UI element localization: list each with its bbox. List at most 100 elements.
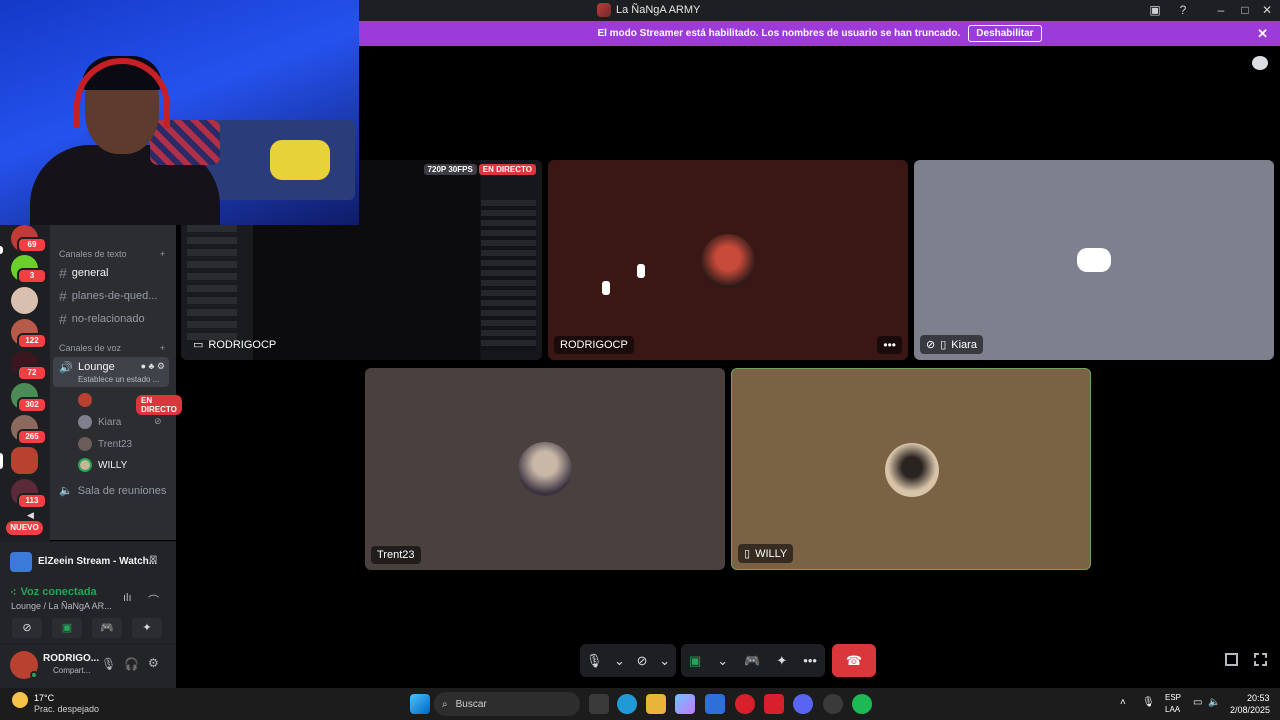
language-code[interactable]: ESP <box>1165 693 1181 702</box>
network-icon[interactable]: ▭ <box>1193 697 1202 708</box>
more-options-icon[interactable]: ••• <box>877 336 902 354</box>
video-off-icon: ⊘ <box>926 339 936 351</box>
hash-icon: # <box>59 265 67 281</box>
screen-share-button[interactable]: ▣ <box>52 618 82 638</box>
fullscreen-icon[interactable] <box>1254 653 1267 666</box>
start-icon[interactable] <box>410 694 430 714</box>
tile-name: WILLY <box>755 547 788 560</box>
weather-icon[interactable] <box>12 692 28 708</box>
chat-icon[interactable] <box>1252 56 1268 70</box>
quality-badge: 720P 30FPS <box>423 164 477 175</box>
more-icon[interactable]: ••• <box>803 653 817 668</box>
clock-time[interactable]: 20:53 <box>1247 693 1270 703</box>
discord-window: La ÑaNgA ARMY ▣ ? – □ ✕ El modo Streamer… <box>0 0 1280 720</box>
taskbar-search[interactable]: ⌕ Buscar <box>434 692 580 716</box>
server-icon[interactable] <box>11 447 38 474</box>
notification-badge: 72 <box>17 365 47 381</box>
voice-user-trent23[interactable]: Trent23 <box>78 437 132 451</box>
close-banner-icon[interactable]: ✕ <box>1257 26 1268 42</box>
headphones-icon[interactable]: 🎧 <box>124 657 139 671</box>
close-window-button[interactable]: ✕ <box>1258 3 1276 17</box>
channel-actions-icon[interactable]: ● ♣ ⚙ <box>141 361 165 372</box>
chevron-up-icon[interactable]: ˄ <box>1120 697 1126 708</box>
maximize-button[interactable]: □ <box>1236 3 1254 17</box>
noise-icon[interactable]: ılı <box>123 592 132 604</box>
disconnect-button[interactable]: ☎ <box>832 644 876 677</box>
settings-gear-icon[interactable]: ⚙ <box>148 656 159 670</box>
voice-user-rodrigo[interactable] <box>78 393 92 407</box>
microphone-icon[interactable]: 🎙 <box>1142 697 1155 708</box>
speaker-icon: 🔊 <box>59 362 73 374</box>
minimize-button[interactable]: – <box>1212 3 1230 17</box>
obs-icon[interactable] <box>823 694 843 714</box>
chevron-down-icon[interactable]: ⌄ <box>659 653 670 669</box>
stream-badges: 720P 30FPS EN DIRECTO <box>423 164 536 175</box>
voice-connection-panel: ⁖ Voz conectada Lounge / La ÑaNgA AR... … <box>0 581 176 643</box>
stream-tile-name: RODRIGOCP <box>208 338 277 351</box>
voice-location[interactable]: Lounge / La ÑaNgA AR... <box>11 601 112 611</box>
chevron-down-icon[interactable]: ⌄ <box>717 653 728 669</box>
discord-icon[interactable] <box>793 694 813 714</box>
add-channel-icon[interactable]: + <box>160 343 165 353</box>
screen-share-icon[interactable]: ▣ <box>689 653 701 669</box>
lounge-name: Lounge <box>78 361 115 373</box>
task-view-icon[interactable] <box>589 694 609 714</box>
voice-user-kiara[interactable]: Kiara <box>78 415 121 429</box>
avatar <box>78 415 92 429</box>
text-category[interactable]: Canales de texto + <box>59 249 165 259</box>
channel-no-relacionado[interactable]: # no-relacionado <box>59 311 145 327</box>
server-icon[interactable] <box>11 287 38 314</box>
activity-panel[interactable]: ElZeein Stream - Watch... ⊠ <box>0 541 176 581</box>
disconnect-icon[interactable]: ⌒ <box>148 592 159 608</box>
spotify-icon[interactable] <box>852 694 872 714</box>
tile-willy[interactable]: ▯ WILLY <box>731 368 1091 570</box>
camera-off-button[interactable]: ⊘ <box>12 618 42 638</box>
microphone-icon[interactable]: 🎙 <box>586 653 603 669</box>
help-icon[interactable]: ? <box>1174 3 1192 17</box>
user-panel: RODRIGO... Compart... 🎙 🎧 ⚙ <box>0 643 176 688</box>
tile-label: ▯ WILLY <box>738 544 794 563</box>
tile-trent23[interactable]: Trent23 <box>365 368 725 570</box>
opera-icon[interactable] <box>735 694 755 714</box>
tile-kiara[interactable]: ⊘ ▯ Kiara <box>914 160 1274 360</box>
voice-category[interactable]: Canales de voz + <box>59 343 165 353</box>
notification-badge: 265 <box>17 429 47 445</box>
activity-button[interactable]: 🎮 <box>92 618 122 638</box>
channel-planes[interactable]: # planes-de-qued... <box>59 288 157 304</box>
soundboard-icon[interactable]: ✦ <box>776 653 787 669</box>
gamepad-icon[interactable]: 🎮 <box>744 653 760 669</box>
stream-preview-chat <box>481 200 536 350</box>
channel-general[interactable]: # general <box>59 265 109 281</box>
file-explorer-icon[interactable] <box>646 694 666 714</box>
edge-icon[interactable] <box>617 694 637 714</box>
microphone-icon[interactable]: 🎙 <box>101 657 116 671</box>
notification-badge: 302 <box>17 397 47 413</box>
notification-badge: 122 <box>17 333 47 349</box>
tile-rodrigocp[interactable]: RODRIGOCP ••• <box>548 160 908 360</box>
search-icon: ⌕ <box>442 698 448 710</box>
disable-streamer-button[interactable]: Deshabilitar <box>968 25 1042 42</box>
store-icon[interactable] <box>705 694 725 714</box>
volume-icon[interactable]: 🔈 <box>1208 697 1220 708</box>
add-channel-icon[interactable]: + <box>160 249 165 259</box>
discord-logo-icon <box>1077 248 1111 272</box>
voice-user-name: Trent23 <box>98 438 133 450</box>
activity-text: ElZeein Stream - Watch... <box>38 556 158 567</box>
camera-off-icon[interactable]: ⊘ <box>637 653 648 669</box>
close-activity-icon[interactable]: ⊠ <box>149 554 157 565</box>
channel-name: no-relacionado <box>71 313 145 325</box>
copilot-icon[interactable] <box>675 694 695 714</box>
user-status: Compart... <box>53 666 91 675</box>
chevron-down-icon[interactable]: ⌄ <box>614 653 625 669</box>
signal-icon: ⁖ <box>10 587 17 599</box>
wps-icon[interactable] <box>764 694 784 714</box>
channel-lounge[interactable]: 🔊 Lounge Establece un estado ... ● ♣ ⚙ <box>53 357 169 387</box>
soundboard-button[interactable]: ✦ <box>132 618 162 638</box>
popout-icon[interactable] <box>1225 653 1238 666</box>
screen-icon[interactable]: ▣ <box>1146 3 1164 17</box>
channel-sala-de-reuniones[interactable]: 🔈 Sala de reuniones <box>59 484 166 498</box>
avatar <box>701 234 755 288</box>
mobile-icon: ▯ <box>940 339 947 351</box>
voice-user-willy[interactable]: WILLY <box>78 458 127 472</box>
avatar <box>885 443 939 497</box>
